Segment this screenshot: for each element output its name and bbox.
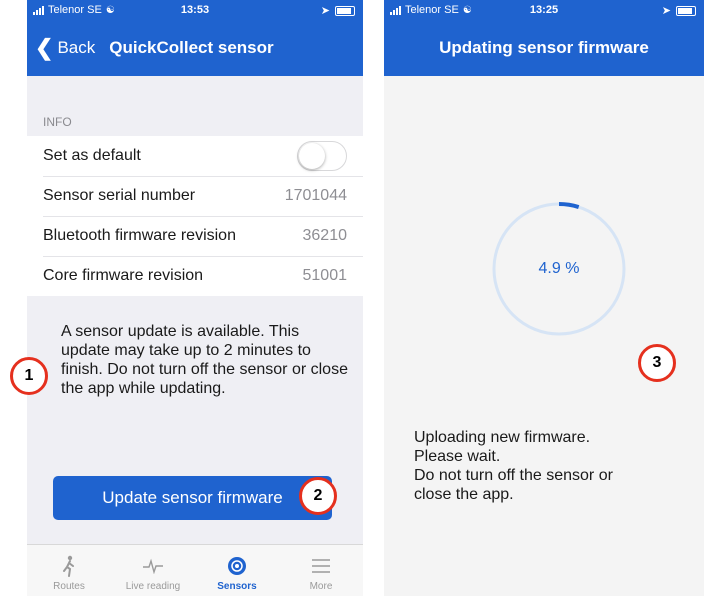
info-list: Set as default Sensor serial number 1701… (27, 136, 363, 296)
signal-icon (33, 5, 44, 15)
battery-icon (335, 5, 355, 16)
row-value: 51001 (302, 267, 348, 284)
tab-bar: Routes Live reading Sensors More (27, 544, 363, 596)
progress-percent: 4.9 % (538, 260, 580, 277)
page-title: Updating sensor firmware (439, 38, 649, 57)
core-firmware-row: Core firmware revision 51001 (27, 256, 363, 296)
section-header-info: INFO (43, 115, 72, 129)
row-label: Sensor serial number (43, 187, 196, 204)
wifi-icon: ☯ (105, 4, 115, 16)
tab-label: More (309, 581, 333, 592)
status-bar: Telenor SE ☯ 13:53 ➤ (27, 0, 363, 20)
battery-icon (676, 5, 696, 16)
row-value: 36210 (302, 227, 348, 244)
status-bar: Telenor SE ☯ 13:25 ➤ (384, 0, 704, 20)
firmware-updating-screen: Telenor SE ☯ 13:25 ➤ Updating sensor fir… (384, 0, 704, 596)
tab-more[interactable]: More (279, 545, 363, 596)
signal-icon (390, 5, 401, 15)
tab-live-reading[interactable]: Live reading (111, 545, 195, 596)
nav-bar: Updating sensor firmware (384, 20, 704, 76)
set-default-row: Set as default (27, 136, 363, 176)
sensor-icon (226, 553, 248, 579)
bluetooth-firmware-row: Bluetooth firmware revision 36210 (27, 216, 363, 256)
toggle-knob (299, 143, 325, 169)
message-line: Do not turn off the sensor or (414, 467, 613, 484)
carrier-info: Telenor SE ☯ (384, 4, 472, 16)
update-available-message: A sensor update is available. This updat… (61, 323, 348, 397)
serial-number-row: Sensor serial number 1701044 (27, 176, 363, 216)
uploading-message: Uploading new firmware. Please wait. Do … (414, 428, 684, 504)
row-label: Bluetooth firmware revision (43, 227, 236, 244)
set-default-toggle[interactable] (297, 141, 347, 171)
back-label: Back (57, 38, 96, 57)
update-firmware-button[interactable]: Update sensor firmware (53, 476, 332, 520)
chevron-left-icon: ❮ (35, 35, 54, 60)
status-right: ➤ (662, 4, 696, 17)
nav-bar: ❮ Back QuickCollect sensor (27, 20, 363, 76)
pulse-icon (142, 553, 164, 579)
location-icon: ➤ (661, 5, 671, 17)
carrier-name: Telenor SE (405, 4, 459, 16)
back-button[interactable]: ❮ Back (27, 37, 95, 59)
row-label: Core firmware revision (43, 267, 204, 284)
progress-ring: 4.9 % (484, 194, 634, 344)
wifi-icon: ☯ (462, 4, 472, 16)
callout-1: 1 (10, 357, 48, 395)
carrier-info: Telenor SE ☯ (27, 4, 115, 16)
carrier-name: Telenor SE (48, 4, 102, 16)
walking-person-icon (61, 553, 77, 579)
menu-icon (311, 553, 331, 579)
callout-3: 3 (638, 344, 676, 382)
tab-sensors[interactable]: Sensors (195, 545, 279, 596)
status-right: ➤ (321, 4, 355, 17)
tab-label: Live reading (125, 581, 181, 592)
message-line: Please wait. (414, 448, 501, 465)
message-line: close the app. (414, 486, 514, 503)
callout-2: 2 (299, 477, 337, 515)
tab-label: Sensors (217, 581, 257, 592)
row-value: 1701044 (284, 187, 347, 204)
tab-routes[interactable]: Routes (27, 545, 111, 596)
page-title: QuickCollect sensor (109, 38, 274, 57)
tab-label: Routes (53, 581, 85, 592)
row-label: Set as default (43, 147, 141, 164)
message-line: Uploading new firmware. (414, 429, 591, 446)
location-icon: ➤ (320, 5, 330, 17)
